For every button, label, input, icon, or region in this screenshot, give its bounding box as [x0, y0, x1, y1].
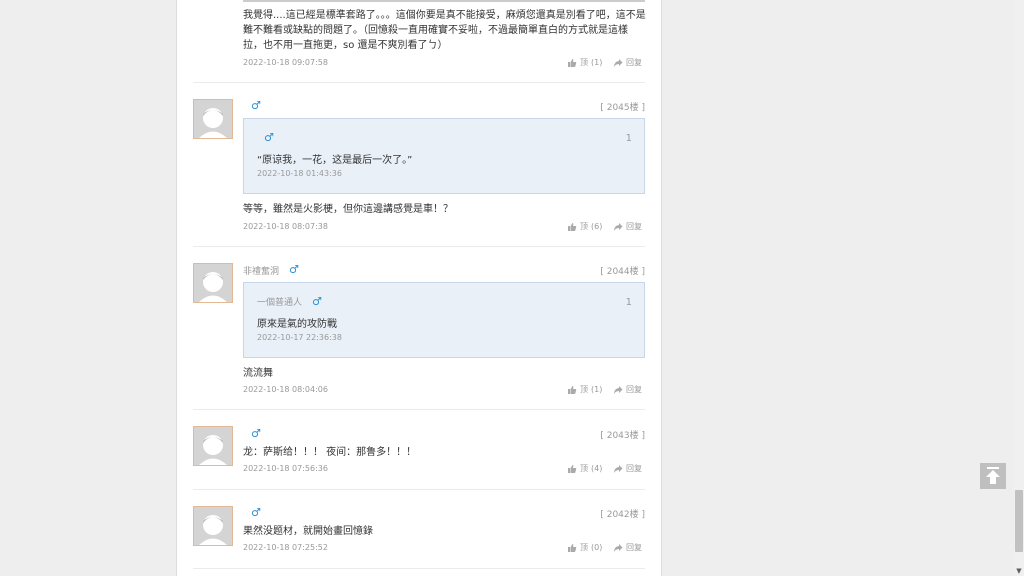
reply-label: 回复 — [626, 385, 642, 394]
thumb-up-icon — [568, 222, 577, 231]
like-label: 顶 — [580, 222, 588, 231]
like-label: 顶 — [580, 58, 588, 67]
like-button[interactable]: 顶 (4) — [567, 463, 602, 474]
thumb-up-icon — [568, 58, 577, 67]
comment-time: 2022-10-18 09:07:58 — [243, 58, 328, 67]
avatar[interactable] — [193, 426, 233, 466]
like-count: (0) — [591, 543, 603, 552]
comment-time: 2022-10-18 07:25:52 — [243, 543, 328, 552]
quote-index: 1 — [625, 133, 632, 144]
male-gender-icon: ♂ — [312, 295, 322, 308]
thumb-up-icon — [568, 543, 577, 552]
reply-button[interactable]: 回复 — [613, 57, 642, 68]
avatar[interactable] — [193, 263, 233, 303]
avatar[interactable] — [193, 99, 233, 139]
avatar[interactable] — [193, 506, 233, 546]
share-arrow-icon — [613, 222, 623, 231]
comment-actions: 顶 (4) 回复 — [567, 463, 647, 475]
share-arrow-icon — [613, 58, 623, 67]
like-button[interactable]: 顶 (6) — [567, 221, 602, 232]
reply-label: 回复 — [626, 543, 642, 552]
comment-actions: 顶 (6) 回复 — [567, 221, 647, 233]
reply-button[interactable]: 回复 — [613, 384, 642, 395]
thumb-up-icon — [568, 385, 577, 394]
like-button[interactable]: 顶 (1) — [567, 57, 602, 68]
divider — [193, 409, 645, 410]
like-button[interactable]: 顶 (0) — [567, 542, 602, 553]
like-button[interactable]: 顶 (1) — [567, 384, 602, 395]
thumb-up-icon — [568, 464, 577, 473]
comment-text: 我覺得....這已經是標準套路了。。。這個你要是真不能接受，麻煩您還真是別看了吧… — [243, 10, 646, 51]
divider — [193, 82, 645, 83]
like-count: (1) — [591, 58, 603, 67]
male-gender-icon: ♂ — [289, 263, 299, 276]
like-label: 顶 — [580, 464, 588, 473]
arrow-up-icon — [986, 467, 1000, 484]
share-arrow-icon — [613, 385, 623, 394]
comment-text: 流流舞 — [243, 368, 273, 379]
comment-actions: 顶 (1) 回复 — [567, 57, 647, 69]
share-arrow-icon — [613, 464, 623, 473]
comment-time: 2022-10-18 07:56:36 — [243, 464, 328, 473]
divider — [193, 489, 645, 490]
reply-label: 回复 — [626, 464, 642, 473]
male-gender-icon: ♂ — [251, 427, 261, 440]
quote-index: 1 — [625, 297, 632, 308]
divider — [193, 246, 645, 247]
like-count: (4) — [591, 464, 603, 473]
comment-column: 我覺得....這已經是標準套路了。。。這個你要是真不能接受，麻煩您還真是別看了吧… — [176, 0, 662, 576]
floor-number: [ 2043楼 ] — [600, 431, 645, 441]
male-gender-icon: ♂ — [251, 506, 261, 519]
like-label: 顶 — [580, 543, 588, 552]
top-rule — [243, 0, 645, 2]
comment-time: 2022-10-18 08:04:06 — [243, 385, 328, 394]
male-gender-icon: ♂ — [251, 99, 261, 112]
quoted-comment: ♂ 1 “原谅我，一花，这是最后一次了。” 2022-10-18 01:43:3… — [243, 118, 645, 194]
reply-button[interactable]: 回复 — [613, 463, 642, 474]
share-arrow-icon — [613, 543, 623, 552]
quote-text: “原谅我，一花，这是最后一次了。” — [257, 155, 413, 166]
comment-time: 2022-10-18 08:07:38 — [243, 222, 328, 231]
reply-button[interactable]: 回复 — [613, 542, 642, 553]
reply-label: 回复 — [626, 58, 642, 67]
reply-label: 回复 — [626, 222, 642, 231]
comment-text: 龙：萨斯给！！！ 夜间：那鲁多！！！ — [243, 447, 417, 458]
scrollbar-thumb[interactable] — [1015, 490, 1023, 552]
like-count: (1) — [591, 385, 603, 394]
comment-text: 果然没题材，就開始畫回憶錄 — [243, 526, 373, 537]
like-count: (6) — [591, 222, 603, 231]
floor-number: [ 2044楼 ] — [600, 267, 645, 277]
quote-time: 2022-10-18 01:43:36 — [257, 169, 342, 178]
quoted-comment: 一個普通人 ♂ 1 原來是氣的攻防戰 2022-10-17 22:36:38 — [243, 282, 645, 358]
reply-button[interactable]: 回复 — [613, 221, 642, 232]
divider — [193, 568, 645, 569]
comment-actions: 顶 (1) 回复 — [567, 384, 647, 396]
username-link[interactable]: 非禮奮洞 — [243, 264, 279, 277]
comment-actions: 顶 (0) 回复 — [567, 542, 647, 554]
like-label: 顶 — [580, 385, 588, 394]
comment-text: 等等，雖然是火影梗，但你這邊講感覺是車！？ — [243, 204, 453, 215]
quote-time: 2022-10-17 22:36:38 — [257, 333, 342, 342]
male-gender-icon: ♂ — [264, 131, 274, 144]
quote-username[interactable]: 一個普通人 — [257, 295, 302, 308]
back-to-top-button[interactable] — [980, 463, 1006, 489]
quote-text: 原來是氣的攻防戰 — [257, 319, 337, 330]
floor-number: [ 2045楼 ] — [600, 103, 645, 113]
scroll-down-arrow-icon[interactable]: ▼ — [1014, 566, 1024, 576]
floor-number: [ 2042楼 ] — [600, 510, 645, 520]
